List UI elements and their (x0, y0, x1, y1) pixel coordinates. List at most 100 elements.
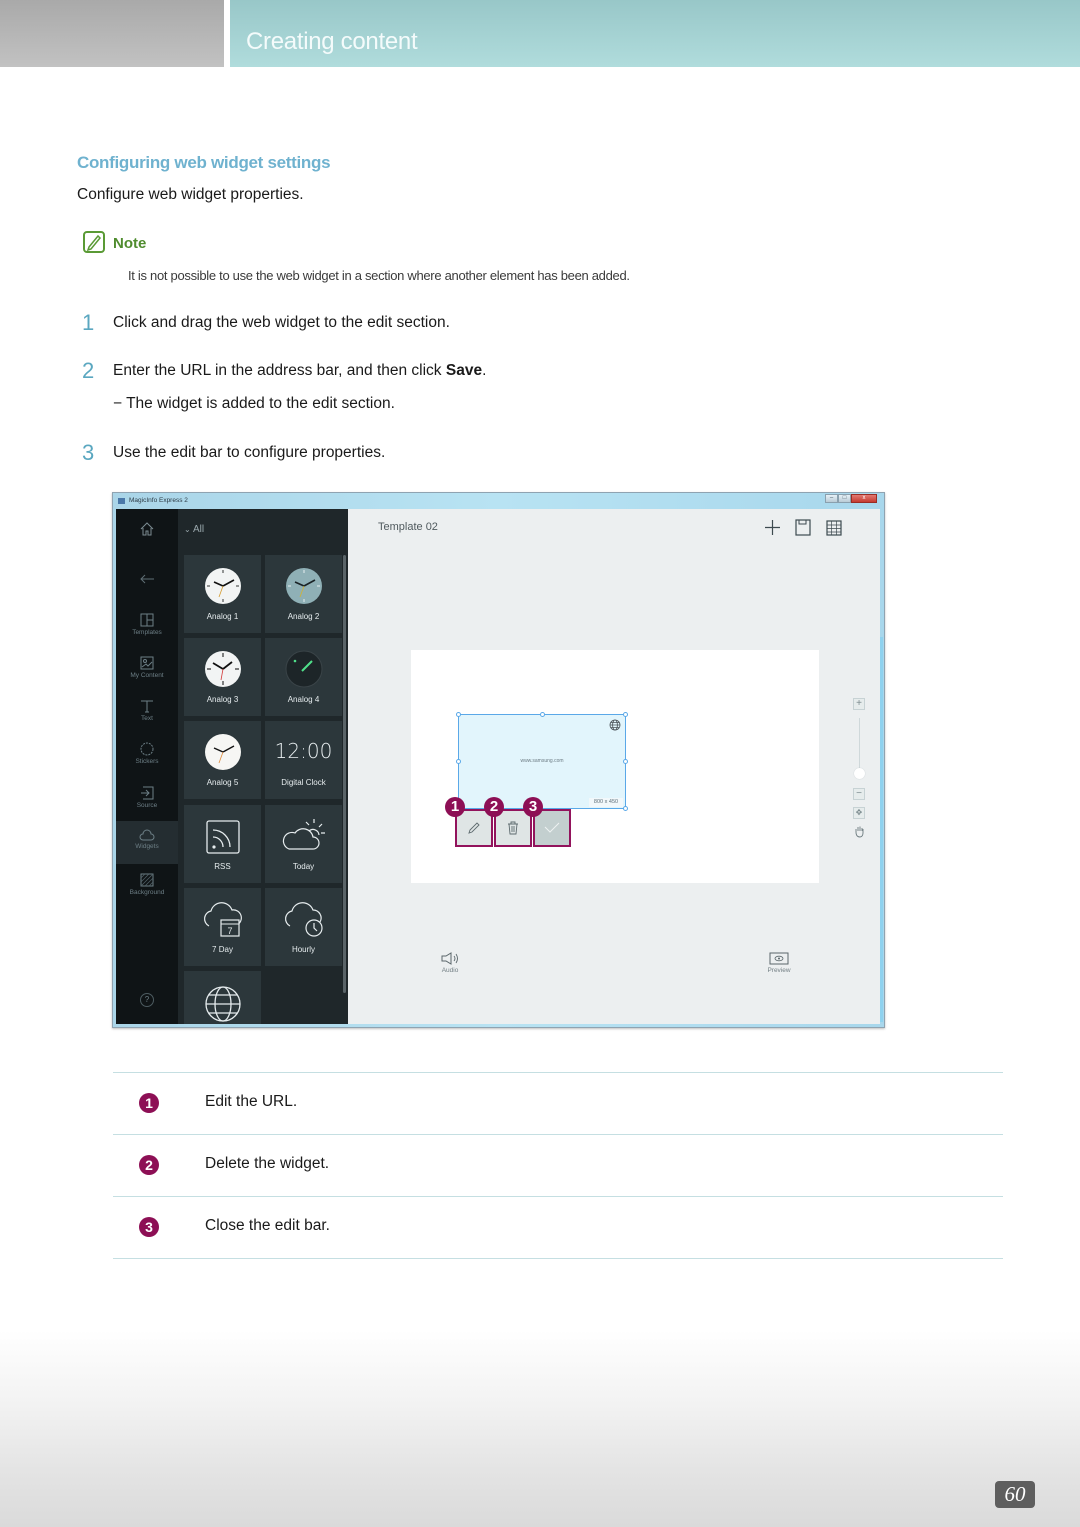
rail-item-my-content[interactable]: My Content (116, 656, 178, 679)
panel-scrollbar[interactable] (343, 555, 346, 993)
preview-icon (769, 952, 789, 965)
callout-badge: 2 (484, 797, 504, 817)
widget-tile[interactable]: Analog 2 (265, 555, 342, 633)
analog-clock-icon (285, 568, 322, 604)
check-icon (544, 822, 560, 833)
rail-item-text[interactable]: Text (116, 699, 178, 722)
resize-handle[interactable] (456, 712, 461, 717)
note-label: Note (113, 235, 147, 252)
widget-label: Analog 5 (206, 778, 239, 787)
widget-tile[interactable]: 12:00 Digital Clock (265, 721, 342, 799)
chevron-down-icon: ⌄ (184, 525, 191, 534)
widget-tile[interactable]: Analog 1 (184, 555, 261, 633)
header-grey-block (0, 0, 224, 67)
step-number: 1 (82, 310, 95, 335)
legend-text: Close the edit bar. (205, 1217, 330, 1234)
source-icon (141, 786, 154, 800)
filter-dropdown[interactable]: ⌄ All (184, 524, 204, 535)
rail-home[interactable] (116, 521, 178, 539)
nav-rail: Templates My Content Text Stickers Sourc… (116, 509, 178, 1024)
resize-handle[interactable] (623, 806, 628, 811)
section-title: Configuring web widget settings (77, 153, 331, 172)
analog-clock-icon (204, 568, 241, 604)
speaker-icon (441, 952, 458, 965)
minimize-button[interactable]: – (825, 494, 838, 503)
legend-text: Edit the URL. (205, 1093, 298, 1110)
legend-text: Delete the widget. (205, 1155, 330, 1172)
weather-7day-icon: 7 (203, 902, 242, 937)
widget-tile[interactable]: 7 7 Day (184, 888, 261, 966)
rail-label: Text (141, 715, 153, 722)
trash-icon (508, 821, 518, 835)
zoom-slider-track[interactable] (859, 718, 860, 768)
step-text: Use the edit bar to configure properties… (113, 444, 386, 461)
save-keyword: Save (445, 362, 483, 379)
section-description: Configure web widget properties. (77, 186, 304, 203)
rail-item-widgets[interactable]: Widgets (116, 821, 178, 864)
weather-today-icon (282, 819, 325, 850)
rail-item-stickers[interactable]: Stickers (116, 742, 178, 765)
zoom-slider-handle[interactable] (854, 768, 865, 779)
rss-icon (205, 820, 240, 854)
rail-label: Background (129, 889, 165, 896)
widget-tile-web[interactable] (184, 971, 261, 1024)
widget-label: Hourly (291, 945, 316, 954)
window-scrollbar[interactable] (880, 637, 883, 1022)
step-substep: − The widget is added to the edit sectio… (113, 395, 395, 412)
analog-clock-icon (204, 651, 241, 687)
widget-label: Digital Clock (281, 778, 326, 787)
legend-divider (113, 1196, 1003, 1197)
preview-label: Preview (767, 967, 791, 974)
widget-tile[interactable]: RSS (184, 805, 261, 883)
templates-icon (140, 613, 154, 627)
step-text: Click and drag the web widget to the edi… (113, 314, 450, 331)
preview-button[interactable]: Preview (764, 952, 794, 974)
image-icon (140, 656, 154, 670)
resize-handle[interactable] (540, 712, 545, 717)
widget-tile[interactable]: Today (265, 805, 342, 883)
audio-label: Audio (441, 967, 459, 974)
text-icon (141, 700, 153, 713)
fit-button[interactable]: ✥ (853, 807, 865, 819)
widget-tile[interactable]: Hourly (265, 888, 342, 966)
rail-item-background[interactable]: Background (116, 873, 178, 896)
audio-button[interactable]: Audio (437, 952, 463, 974)
chapter-title: Creating content (246, 28, 418, 55)
close-button[interactable]: x (851, 494, 877, 503)
widget-tile[interactable]: Analog 3 (184, 638, 261, 716)
rail-item-source[interactable]: Source (116, 786, 178, 809)
add-icon[interactable] (764, 519, 781, 536)
rail-item-templates[interactable]: Templates (116, 613, 178, 636)
rail-label: Widgets (135, 843, 159, 850)
zoom-in-button[interactable]: + (853, 698, 865, 710)
note-text: It is not possible to use the web widget… (128, 268, 630, 283)
page-number: 60 (995, 1481, 1035, 1508)
widget-tile[interactable]: Analog 5 (184, 721, 261, 799)
step-text-part: . (482, 362, 487, 379)
hand-icon[interactable] (854, 825, 865, 838)
widget-label: Analog 1 (206, 612, 239, 621)
help-button[interactable]: ? (116, 993, 178, 1007)
legend-divider (113, 1072, 1003, 1073)
widget-tile[interactable]: Analog 4 (265, 638, 342, 716)
weather-hourly-icon (284, 902, 323, 937)
callout-badge: 3 (523, 797, 543, 817)
window-controls: – □ x (825, 494, 877, 504)
analog-clock-icon (285, 650, 322, 688)
resize-handle[interactable] (623, 712, 628, 717)
zoom-out-button[interactable]: − (853, 788, 865, 800)
maximize-button[interactable]: □ (838, 494, 851, 503)
globe-icon (204, 986, 241, 1022)
widget-label: Analog 4 (287, 695, 320, 704)
save-icon[interactable] (795, 519, 811, 536)
back-arrow-icon (140, 574, 154, 584)
schedule-icon[interactable] (826, 519, 842, 536)
widget-label: 7 Day (212, 945, 233, 954)
background-icon (140, 873, 154, 887)
widget-url: www.samsung.com (520, 758, 564, 764)
rail-label: Templates (132, 629, 162, 636)
cloud-icon (139, 829, 155, 841)
step-text: Enter the URL in the address bar, and th… (113, 362, 486, 380)
rail-back[interactable] (116, 573, 178, 587)
legend-number: 1 (139, 1093, 159, 1113)
